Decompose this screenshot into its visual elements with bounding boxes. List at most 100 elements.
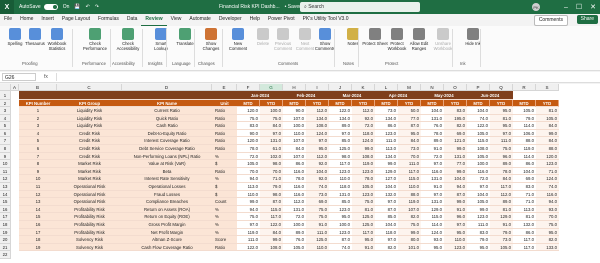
row-header[interactable]: 17 [0, 213, 11, 221]
value-cell[interactable]: 134.0 [329, 114, 352, 123]
save-icon[interactable]: 💾 [74, 4, 80, 10]
value-cell[interactable]: 70.0 [237, 167, 260, 176]
value-cell[interactable]: 78.0 [421, 129, 444, 138]
check-performance-button[interactable]: Check Performance [82, 28, 108, 58]
value-cell[interactable]: 50.0 [398, 107, 421, 115]
row-header[interactable]: 8 [0, 145, 11, 153]
row-header[interactable]: 20 [0, 236, 11, 244]
unit-cell[interactable]: Ratio [212, 137, 237, 145]
value-cell[interactable]: 107.0 [283, 152, 306, 161]
kpi-number-cell[interactable]: 1 [19, 107, 57, 115]
value-cell[interactable]: 97.0 [421, 160, 444, 168]
value-cell[interactable]: 74.0 [536, 183, 559, 191]
value-cell[interactable]: 119.0 [513, 145, 536, 153]
value-cell[interactable]: 111.0 [237, 236, 260, 244]
unit-cell[interactable]: $ [212, 190, 237, 199]
kpi-number-cell[interactable]: 12 [19, 190, 57, 199]
value-cell[interactable]: 83.0 [513, 183, 536, 191]
name-box[interactable]: G26 [2, 73, 36, 81]
tab-help[interactable]: Help [246, 14, 264, 25]
value-cell[interactable]: 92.0 [352, 114, 375, 123]
value-cell[interactable]: 75.0 [490, 145, 513, 153]
row-header[interactable]: 6 [0, 129, 11, 138]
value-cell[interactable]: 108.0 [306, 122, 329, 130]
kpi-name-cell[interactable]: Cash Flow Coverage Ratio [122, 243, 212, 252]
value-cell[interactable]: 112.0 [306, 152, 329, 161]
new-comment-button[interactable]: New Comment [225, 28, 251, 58]
value-cell[interactable]: 110.0 [306, 243, 329, 252]
value-cell[interactable]: 120.0 [237, 137, 260, 145]
value-cell[interactable]: 114.0 [421, 221, 444, 229]
value-cell[interactable]: 116.0 [536, 190, 559, 199]
value-cell[interactable]: 123.0 [444, 243, 467, 252]
value-cell[interactable]: 108.0 [467, 145, 490, 153]
kpi-group-cell[interactable]: Market Risk [57, 175, 122, 183]
value-cell[interactable]: 79.0 [513, 114, 536, 123]
value-cell[interactable]: 75.0 [398, 221, 421, 229]
value-cell[interactable]: 80.0 [398, 236, 421, 244]
value-cell[interactable]: 78.0 [490, 167, 513, 176]
value-cell[interactable]: 87.0 [375, 205, 398, 214]
value-cell[interactable]: 88.0 [536, 145, 559, 153]
value-cell[interactable]: 77.0 [444, 160, 467, 168]
tab-review[interactable]: Review [141, 14, 167, 26]
hide-ink-button[interactable]: Hide Ink [460, 28, 486, 58]
kpi-group-cell[interactable]: Credit Risk [57, 137, 122, 145]
value-cell[interactable]: 131.0 [444, 152, 467, 161]
value-cell[interactable]: 117.0 [329, 160, 352, 168]
value-cell[interactable]: 73.0 [306, 190, 329, 199]
kpi-group-cell[interactable]: Solvency Risk [57, 243, 122, 252]
value-cell[interactable]: 81.0 [352, 205, 375, 214]
column-header[interactable]: G [260, 84, 283, 91]
value-cell[interactable]: 86.0 [513, 228, 536, 237]
value-cell[interactable]: 72.0 [237, 152, 260, 161]
value-cell[interactable]: 88.0 [398, 190, 421, 199]
kpi-name-cell[interactable]: Cash Ratio [122, 122, 212, 130]
column-header[interactable]: B [19, 84, 57, 91]
value-cell[interactable]: 124.0 [352, 137, 375, 145]
value-cell[interactable]: 124.0 [421, 228, 444, 237]
kpi-number-cell[interactable]: 16 [19, 221, 57, 229]
unit-cell[interactable]: % [212, 221, 237, 229]
column-header[interactable]: O [444, 84, 467, 91]
column-header[interactable]: S [536, 84, 559, 91]
maximize-icon[interactable]: ☐ [576, 3, 582, 11]
value-cell[interactable]: 110.0 [283, 129, 306, 138]
value-cell[interactable]: 88.0 [513, 137, 536, 145]
value-cell[interactable]: 129.0 [421, 205, 444, 214]
value-cell[interactable]: 100.0 [283, 221, 306, 229]
value-cell[interactable]: 73.0 [398, 145, 421, 153]
value-cell[interactable]: 112.0 [306, 107, 329, 115]
value-cell[interactable]: 74.0 [329, 243, 352, 252]
kpi-number-cell[interactable]: 13 [19, 198, 57, 206]
value-cell[interactable]: 99.0 [352, 145, 375, 153]
kpi-name-cell[interactable]: Fraud Losses [122, 190, 212, 199]
value-cell[interactable]: 104.0 [306, 167, 329, 176]
value-cell[interactable]: 92.0 [306, 160, 329, 168]
row-header[interactable]: 15 [0, 198, 11, 206]
value-cell[interactable]: 125.0 [329, 145, 352, 153]
unit-cell[interactable]: Score [212, 236, 237, 244]
value-cell[interactable]: 75.0 [260, 114, 283, 123]
value-cell[interactable]: 72.0 [352, 122, 375, 130]
value-cell[interactable]: 105.0 [536, 114, 559, 123]
kpi-group-cell[interactable]: Profitability Risk [57, 228, 122, 237]
tab-formulas[interactable]: Formulas [94, 14, 123, 25]
allow-edit-ranges-button[interactable]: Allow Edit Ranges [406, 28, 432, 58]
value-cell[interactable]: 100.0 [467, 160, 490, 168]
tab-page-layout[interactable]: Page Layout [58, 14, 94, 25]
value-cell[interactable]: 195.0 [444, 114, 467, 123]
row-header[interactable]: 22 [0, 251, 11, 259]
kpi-number-cell[interactable]: 17 [19, 228, 57, 237]
value-cell[interactable]: 71.0 [260, 175, 283, 183]
kpi-name-cell[interactable]: Compliance Breaches [122, 198, 212, 206]
value-cell[interactable]: 84.0 [283, 145, 306, 153]
kpi-name-cell[interactable]: Net Profit Margin [122, 228, 212, 237]
tab-power-pivot[interactable]: Power Pivot [264, 14, 299, 25]
value-cell[interactable]: 95.0 [306, 145, 329, 153]
value-cell[interactable]: 81.0 [490, 114, 513, 123]
kpi-number-cell[interactable]: 18 [19, 236, 57, 244]
value-cell[interactable]: 93.0 [421, 236, 444, 244]
value-cell[interactable]: 99.0 [444, 145, 467, 153]
value-cell[interactable]: 74.0 [467, 114, 490, 123]
